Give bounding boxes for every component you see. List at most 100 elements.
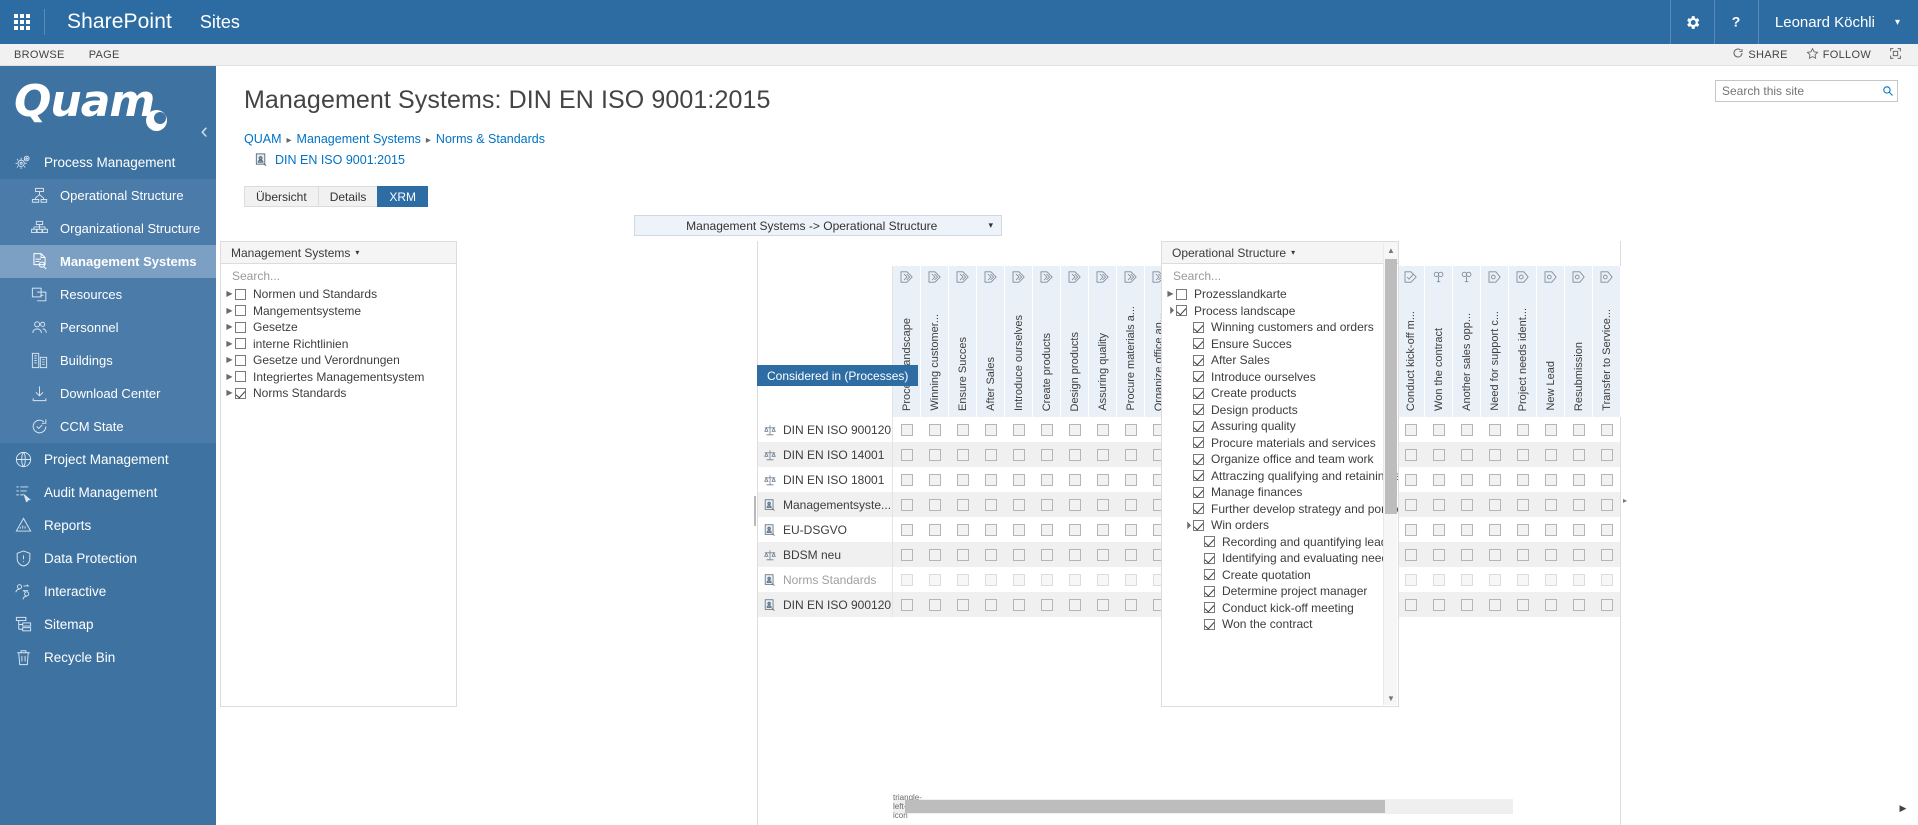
matrix-cell-checkbox[interactable] [1125, 424, 1137, 436]
matrix-cell[interactable] [1481, 474, 1509, 486]
tree-node-label[interactable]: Win orders [1211, 518, 1269, 532]
tree-node[interactable]: ▶Norms Standards [224, 385, 456, 402]
matrix-cell-checkbox[interactable] [1461, 449, 1473, 461]
sidebar-item-personnel[interactable]: Personnel [0, 311, 216, 344]
user-menu[interactable]: Leonard Köchli [1758, 0, 1885, 44]
tree-node-label[interactable]: Integriertes Managementsystem [253, 370, 424, 384]
matrix-cell-checkbox[interactable] [1405, 574, 1417, 586]
matrix-cell[interactable] [1397, 474, 1425, 486]
matrix-cell[interactable] [1537, 474, 1565, 486]
matrix-cell-checkbox[interactable] [1097, 499, 1109, 511]
matrix-cell-checkbox[interactable] [1573, 524, 1585, 536]
scroll-up-arrow-icon[interactable]: ▲ [1384, 243, 1398, 257]
chevron-left-icon[interactable]: ‹ [201, 118, 208, 144]
tree-node-checkbox[interactable] [235, 388, 246, 399]
matrix-cell[interactable] [1005, 424, 1033, 436]
matrix-cell[interactable] [893, 599, 921, 611]
tree-node[interactable]: ▶Introduce ourselves [1165, 369, 1398, 386]
tree-node[interactable]: ▶Mangementsysteme [224, 303, 456, 320]
matrix-cell[interactable] [1453, 574, 1481, 586]
matrix-cell[interactable] [1397, 499, 1425, 511]
matrix-cell-checkbox[interactable] [901, 574, 913, 586]
matrix-column-header[interactable]: After Sales [977, 266, 1005, 417]
matrix-cell[interactable] [1481, 599, 1509, 611]
matrix-cell-checkbox[interactable] [1489, 474, 1501, 486]
share-button[interactable]: SHARE [1726, 47, 1793, 62]
matrix-cell-checkbox[interactable] [1125, 599, 1137, 611]
matrix-cell-checkbox[interactable] [1489, 499, 1501, 511]
matrix-cell[interactable] [1033, 424, 1061, 436]
matrix-cell-checkbox[interactable] [1517, 549, 1529, 561]
matrix-cell[interactable] [1089, 524, 1117, 536]
expand-collapse-down-icon[interactable]: ◢ [1164, 304, 1177, 317]
matrix-cell-checkbox[interactable] [1069, 599, 1081, 611]
tree-node-label[interactable]: Further develop strategy and portfolio [1211, 502, 1398, 516]
matrix-cell-checkbox[interactable] [929, 549, 941, 561]
tree-node[interactable]: ▶Determine project manager [1165, 583, 1398, 600]
app-launcher-icon[interactable] [0, 0, 44, 44]
breadcrumb-item-management-systems[interactable]: Management Systems [297, 132, 421, 146]
matrix-cell[interactable] [1593, 549, 1621, 561]
suite-link-sites[interactable]: Sites [194, 12, 246, 33]
matrix-cell-checkbox[interactable] [1041, 599, 1053, 611]
matrix-cell[interactable] [1033, 549, 1061, 561]
matrix-cell-checkbox[interactable] [1573, 474, 1585, 486]
matrix-cell-checkbox[interactable] [1069, 549, 1081, 561]
matrix-horizontal-scrollbar[interactable]: triangle-left-icon [893, 799, 1513, 814]
matrix-cell-checkbox[interactable] [1433, 474, 1445, 486]
matrix-cell-checkbox[interactable] [901, 549, 913, 561]
matrix-cell[interactable] [1005, 449, 1033, 461]
sidebar-item-process-management[interactable]: Process Management [0, 146, 216, 179]
matrix-hscroll-thumb[interactable] [905, 800, 1385, 813]
matrix-cell-checkbox[interactable] [1433, 549, 1445, 561]
matrix-cell[interactable] [1089, 549, 1117, 561]
matrix-row-header[interactable]: Managementsyste... [758, 492, 893, 517]
matrix-cell-checkbox[interactable] [1041, 424, 1053, 436]
tree-node[interactable]: ◢Process landscape [1165, 303, 1398, 320]
matrix-column-header[interactable]: Winning customer... [921, 266, 949, 417]
tree-node-checkbox[interactable] [1193, 470, 1204, 481]
matrix-cell-checkbox[interactable] [929, 424, 941, 436]
matrix-cell-checkbox[interactable] [929, 499, 941, 511]
matrix-cell[interactable] [1425, 524, 1453, 536]
matrix-cell-checkbox[interactable] [1069, 499, 1081, 511]
matrix-cell-checkbox[interactable] [1013, 549, 1025, 561]
matrix-cell-checkbox[interactable] [1517, 524, 1529, 536]
matrix-cell[interactable] [921, 524, 949, 536]
matrix-cell[interactable] [1565, 574, 1593, 586]
matrix-cell-checkbox[interactable] [957, 499, 969, 511]
matrix-cell[interactable] [1089, 474, 1117, 486]
matrix-cell[interactable] [1509, 524, 1537, 536]
matrix-cell[interactable] [1565, 424, 1593, 436]
tree-node-checkbox[interactable] [1193, 371, 1204, 382]
tree-node-label[interactable]: Recording and quantifying leads [1222, 535, 1393, 549]
matrix-cell-checkbox[interactable] [1517, 574, 1529, 586]
tree-node-label[interactable]: Determine project manager [1222, 584, 1367, 598]
matrix-cell-checkbox[interactable] [1489, 424, 1501, 436]
matrix-cell[interactable] [1005, 599, 1033, 611]
matrix-cell-checkbox[interactable] [901, 524, 913, 536]
sidebar-item-recycle-bin[interactable]: Recycle Bin [0, 641, 216, 674]
matrix-cell[interactable] [921, 499, 949, 511]
matrix-cell[interactable] [1061, 449, 1089, 461]
matrix-cell-checkbox[interactable] [1601, 474, 1613, 486]
matrix-cell-checkbox[interactable] [1069, 524, 1081, 536]
expand-collapse-right-icon[interactable]: ▶ [224, 307, 235, 315]
matrix-column-header[interactable]: Introduce ourselves [1005, 266, 1033, 417]
operational-structure-vscroll-thumb[interactable] [1385, 259, 1397, 514]
matrix-cell[interactable] [1425, 499, 1453, 511]
matrix-cell[interactable] [1509, 449, 1537, 461]
matrix-cell-checkbox[interactable] [1013, 524, 1025, 536]
matrix-cell[interactable] [1397, 524, 1425, 536]
expand-collapse-right-icon[interactable]: ▶ [224, 340, 235, 348]
tree-node-label[interactable]: Identifying and evaluating needs [1222, 551, 1394, 565]
tree-node-checkbox[interactable] [1204, 619, 1215, 630]
matrix-cell[interactable] [1593, 449, 1621, 461]
tree-node[interactable]: ▶After Sales [1165, 352, 1398, 369]
matrix-cell-checkbox[interactable] [1601, 449, 1613, 461]
matrix-cell[interactable] [1565, 499, 1593, 511]
chevron-down-icon[interactable]: ▾ [350, 248, 359, 257]
operational-structure-vertical-scrollbar[interactable]: ▲ ▼ [1383, 243, 1397, 705]
matrix-cell[interactable] [1089, 599, 1117, 611]
matrix-cell-checkbox[interactable] [957, 424, 969, 436]
